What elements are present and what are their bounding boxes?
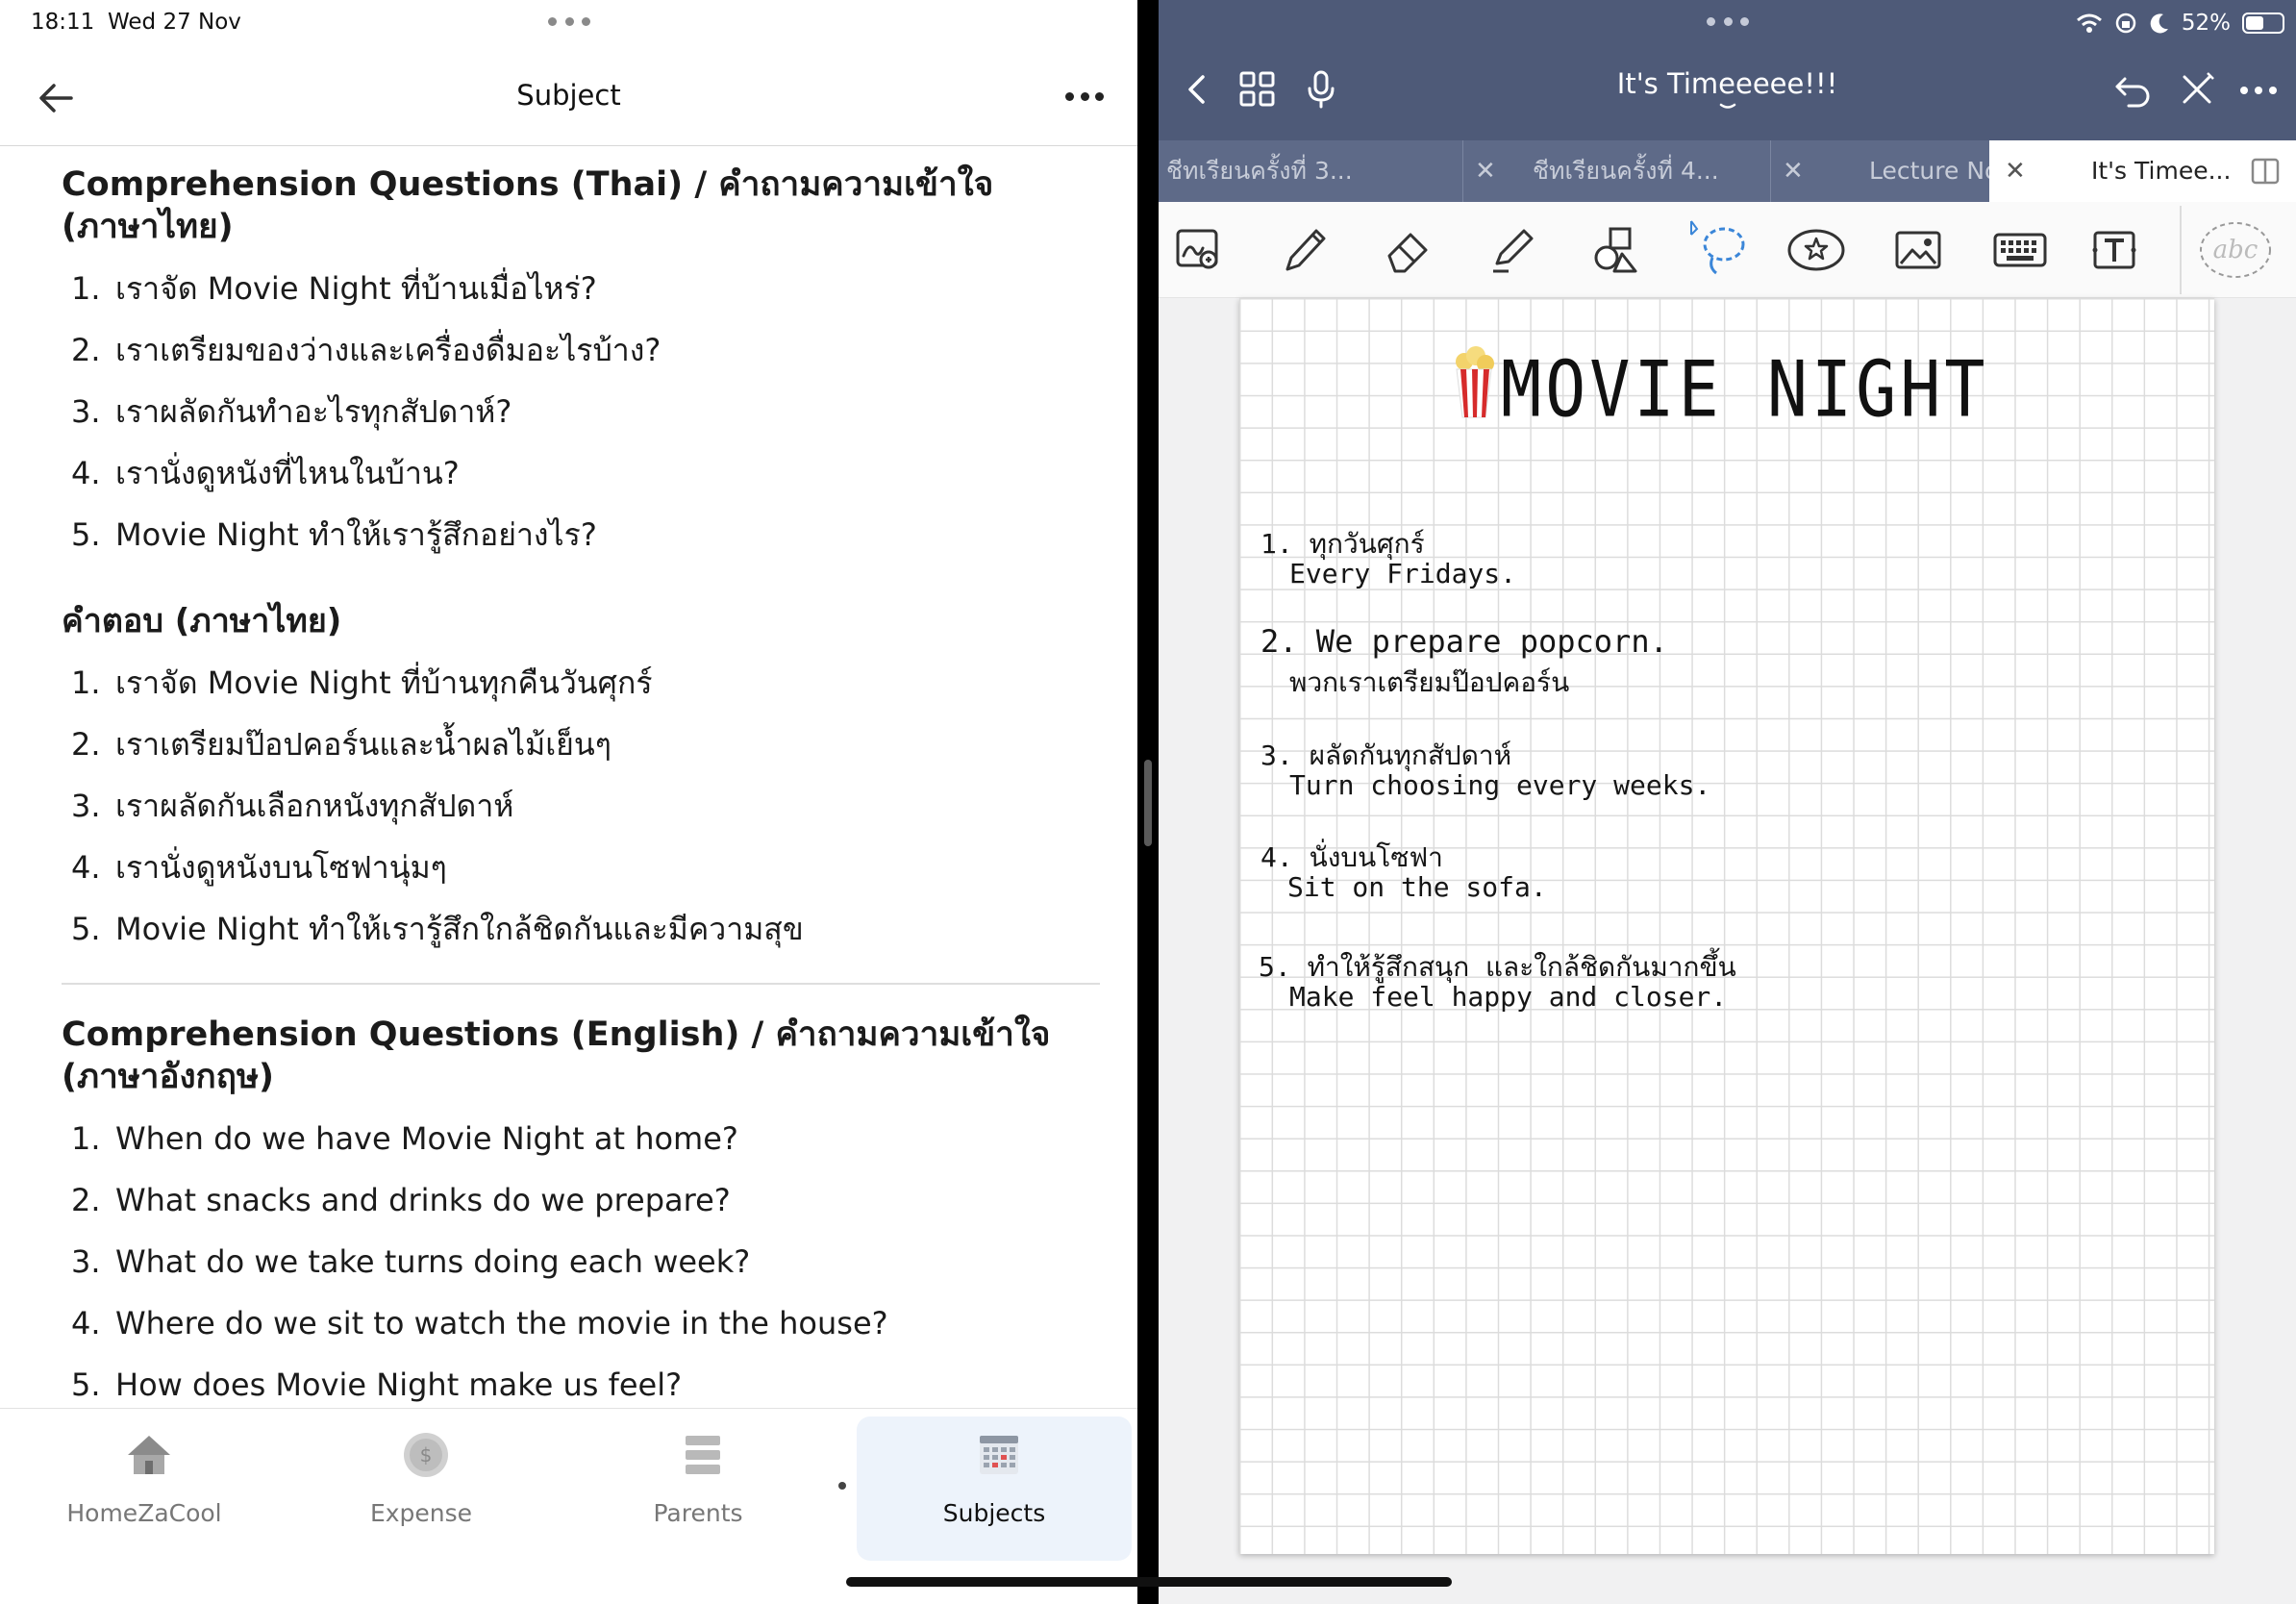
image-icon[interactable] (1891, 223, 1945, 277)
list-icon (686, 1436, 720, 1474)
notes-header: 52% It's Timeeeee!!! (1159, 0, 2296, 140)
list-item: 5. How does Movie Night make us feel? (71, 1366, 683, 1403)
page-indicator-dot (838, 1482, 846, 1490)
drawing-toolbar: abc (1159, 202, 2296, 298)
tab-parents[interactable]: Parents (561, 1409, 836, 1553)
subject-content: Comprehension Questions (Thai) / คำถามคว… (62, 163, 1100, 1416)
tab-subjects[interactable]: Subjects (857, 1416, 1132, 1561)
ipad-split-view: 18:11 Wed 27 Nov Subject Comprehension Q… (0, 0, 2296, 1604)
questions-english-list: 1. When do we have Movie Night at home? 2… (62, 1108, 1100, 1416)
list-item: 2. เราเตรียมของว่างและเครื่องดื่มอะไรบ้าง… (71, 332, 661, 368)
list-item: 1. When do we have Movie Night at home? (71, 1120, 738, 1157)
close-tab-icon[interactable]: ✕ (1783, 140, 1804, 202)
handwritten-line: Make feel happy and closer. (1289, 981, 1728, 1013)
list-item: 4. เรานั่งดูหนังที่ไหนในบ้าน? (71, 455, 460, 491)
highlighter-icon[interactable] (1485, 223, 1539, 277)
tab-label: Parents (653, 1499, 743, 1527)
home-indicator[interactable] (846, 1577, 1452, 1587)
handwritten-line: Sit on the sofa. (1287, 871, 1547, 903)
svg-text:$: $ (420, 1443, 433, 1466)
chevron-down-icon[interactable] (1718, 102, 1737, 112)
lasso-icon[interactable] (1684, 217, 1751, 279)
close-tab-icon[interactable]: ✕ (1475, 140, 1496, 202)
handwriting-text-icon[interactable]: abc (2197, 219, 2274, 281)
home-icon (128, 1436, 170, 1474)
tab-label: Expense (369, 1499, 473, 1527)
toolbar-divider (2180, 206, 2182, 294)
list-item: 2. เราเตรียมป๊อปคอร์นและน้ำผลไม้เย็นๆ (71, 726, 611, 763)
tab-document-active[interactable]: ✕ It's Timee... (1989, 140, 2296, 202)
close-tab-icon[interactable]: ✕ (2005, 140, 2026, 202)
handwritten-line: Every Fridays. (1289, 558, 1517, 589)
page-title: Subject (516, 79, 621, 112)
system-status: 52% (2076, 8, 2284, 38)
list-item: 1. เราจัด Movie Night ที่บ้านเมื่อไหร่? (71, 270, 597, 307)
section-title-questions-english: Comprehension Questions (English) / คำถา… (62, 1015, 1051, 1096)
split-screen-icon[interactable] (2251, 158, 2280, 185)
eraser-icon[interactable] (1382, 223, 1435, 277)
handwritten-line: 2. We prepare popcorn. (1260, 623, 1668, 660)
document-tabs: ชีทเรียนครั้งที่ 3... ✕ ชีทเรียนครั้งที่… (1159, 140, 2296, 202)
more-options-icon[interactable] (1065, 92, 1104, 106)
rotation-lock-icon (2115, 13, 2136, 34)
status-date: Wed 27 Nov (108, 10, 241, 35)
handwritten-line: Turn choosing every weeks. (1289, 769, 1711, 801)
zoom-window-icon[interactable] (1172, 223, 1226, 277)
bottom-tab-bar: HomeZaCool $ Expense Parents Subjects (0, 1408, 1137, 1604)
list-item: 5. Movie Night ทำให้เรารู้สึกอย่างไร? (71, 516, 597, 553)
list-item: 2. What snacks and drinks do we prepare? (71, 1182, 731, 1218)
tab-document-1[interactable]: ชีทเรียนครั้งที่ 3... (1166, 140, 1462, 202)
tab-document-2[interactable]: ✕ ชีทเรียนครั้งที่ 4... (1462, 140, 1770, 202)
calendar-icon (980, 1436, 1018, 1474)
pen-icon[interactable] (1278, 223, 1332, 277)
tab-label: ชีทเรียนครั้งที่ 3... (1166, 157, 1353, 185)
app-header: Subject (0, 54, 1137, 146)
page-title: MOVIE NIGHT (1501, 343, 1989, 436)
sticker-icon[interactable] (1785, 223, 1847, 277)
handwritten-line: พวกเราเตรียมป๊อปคอร์น (1289, 666, 1570, 698)
multitasking-dots[interactable] (1707, 17, 1749, 27)
section-title-answers-thai: คำตอบ (ภาษาไทย) (62, 602, 342, 640)
list-item: 4. Where do we sit to watch the movie in … (71, 1305, 888, 1341)
list-item: 3. What do we take turns doing each week? (71, 1243, 751, 1280)
tab-expense[interactable]: $ Expense (284, 1409, 559, 1553)
moon-icon (2150, 13, 2168, 34)
note-page[interactable]: MOVIE NIGHT 1. ทุกวันศุกร์ Every Fridays… (1239, 298, 2214, 1554)
close-tools-icon[interactable] (2175, 67, 2219, 112)
svg-text:abc: abc (2213, 236, 2259, 264)
battery-icon (2242, 13, 2284, 34)
list-item: 4. เรานั่งดูหนังบนโซฟานุ่มๆ (71, 849, 447, 886)
tab-label: It's Timee... (2091, 157, 2232, 185)
questions-thai-list: 1. เราจัด Movie Night ที่บ้านเมื่อไหร่? 2… (62, 258, 1100, 565)
tab-label: ชีทเรียนครั้งที่ 4... (1533, 157, 1719, 185)
tab-label: HomeZaCool (66, 1499, 222, 1527)
list-item: 3. เราผลัดกันทำอะไรทุกสัปดาห์? (71, 393, 512, 430)
more-options-icon[interactable] (2240, 87, 2277, 96)
battery-percent: 52% (2181, 11, 2231, 36)
popcorn-icon (1456, 346, 1494, 418)
multitasking-dots[interactable] (548, 17, 590, 27)
section-title-questions-thai: Comprehension Questions (Thai) / คำถามคว… (62, 165, 994, 246)
shapes-icon[interactable] (1589, 223, 1643, 277)
list-item: 1. เราจัด Movie Night ที่บ้านทุกคืนวันศุก… (71, 664, 653, 701)
right-app-notes: 52% It's Timeeeee!!! ชีทเรียนครั้งที่ 3.… (1159, 0, 2296, 1604)
keyboard-icon[interactable] (1991, 223, 2049, 277)
tab-homezacool[interactable]: HomeZaCool (7, 1409, 282, 1553)
text-icon[interactable] (2087, 223, 2141, 277)
status-bar: 18:11 Wed 27 Nov (0, 0, 1137, 44)
undo-icon[interactable] (2111, 67, 2156, 112)
wifi-icon (2076, 13, 2102, 33)
tab-label: Subjects (942, 1499, 1046, 1527)
list-item: 3. เราผลัดกันเลือกหนังทุกสัปดาห์ (71, 788, 514, 824)
split-view-handle[interactable] (1144, 760, 1152, 846)
answers-thai-list: 1. เราจัด Movie Night ที่บ้านทุกคืนวันศุก… (62, 652, 1100, 960)
left-app: 18:11 Wed 27 Nov Subject Comprehension Q… (0, 0, 1137, 1604)
list-item: 5. Movie Night ทำให้เรารู้สึกใกล้ชิดกันแล… (71, 911, 804, 947)
coin-icon: $ (404, 1433, 448, 1477)
status-time: 18:11 (31, 10, 95, 35)
section-divider (62, 983, 1100, 985)
